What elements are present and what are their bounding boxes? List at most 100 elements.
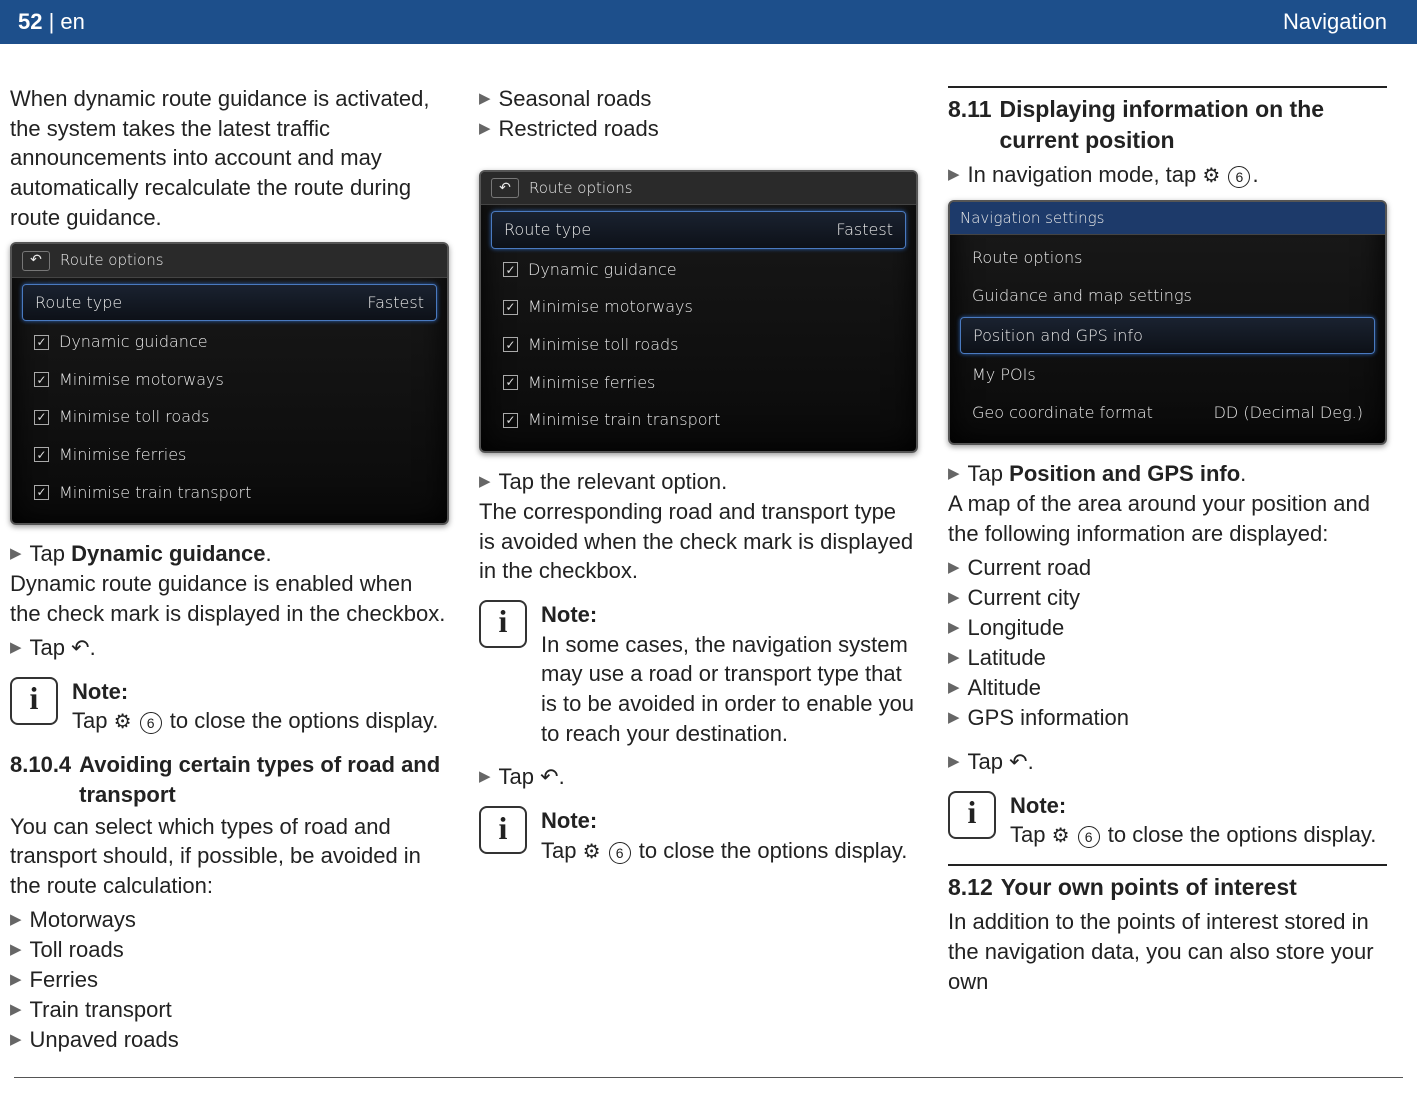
column-2: Seasonal roads Restricted roads ↶ Route … bbox=[479, 84, 918, 1055]
triangle-icon bbox=[10, 1025, 22, 1055]
option-row[interactable]: ✓Dynamic guidance bbox=[491, 253, 906, 287]
page-number: 52 bbox=[18, 9, 42, 34]
checkbox-icon: ✓ bbox=[503, 300, 518, 315]
step-line: Tap Position and GPS info. bbox=[948, 459, 1387, 489]
step-description: Dynamic route guidance is enabled when t… bbox=[10, 569, 449, 628]
note-block: Note: In some cases, the navigation syst… bbox=[479, 600, 918, 748]
checkbox-icon: ✓ bbox=[34, 485, 49, 500]
list-item: GPS information bbox=[948, 703, 1387, 733]
section-body: In addition to the points of interest st… bbox=[948, 907, 1387, 996]
column-3: 8.11 Displaying information on the curre… bbox=[948, 84, 1387, 1055]
info-icon bbox=[479, 600, 527, 648]
checkbox-icon: ✓ bbox=[503, 337, 518, 352]
footer-rule bbox=[14, 1077, 1403, 1078]
intro-paragraph: When dynamic route guidance is activated… bbox=[10, 84, 449, 232]
option-row[interactable]: ✓Minimise motorways bbox=[22, 363, 437, 397]
triangle-icon bbox=[948, 673, 960, 703]
circled-number: 6 bbox=[1228, 166, 1250, 188]
list-item: Train transport bbox=[10, 995, 449, 1025]
info-icon bbox=[479, 806, 527, 854]
device-screenshot-route-options-1: ↶ Route options Route type Fastest ✓Dyna… bbox=[10, 242, 449, 525]
note-body: Tap ⚙ 6 to close the options display. bbox=[1010, 820, 1387, 850]
option-row[interactable]: ✓Minimise motorways bbox=[491, 290, 906, 324]
route-type-row[interactable]: Route type Fastest bbox=[491, 211, 906, 249]
triangle-icon bbox=[10, 905, 22, 935]
checkbox-icon: ✓ bbox=[34, 410, 49, 425]
triangle-icon bbox=[948, 747, 960, 777]
triangle-icon bbox=[10, 633, 22, 663]
note-title: Note: bbox=[541, 600, 918, 630]
device-screenshot-nav-settings: Navigation settings Route options Guidan… bbox=[948, 200, 1387, 445]
circled-number: 6 bbox=[1078, 826, 1100, 848]
list-item: Ferries bbox=[10, 965, 449, 995]
section-name: Navigation bbox=[1283, 9, 1387, 35]
checkbox-icon: ✓ bbox=[34, 335, 49, 350]
triangle-icon bbox=[948, 459, 960, 489]
list-item: Seasonal roads bbox=[479, 84, 918, 114]
column-1: When dynamic route guidance is activated… bbox=[10, 84, 449, 1055]
settings-row-selected[interactable]: Position and GPS info bbox=[960, 317, 1375, 355]
option-row[interactable]: ✓Minimise ferries bbox=[491, 366, 906, 400]
gear-icon: ⚙ bbox=[114, 709, 132, 736]
back-arrow-icon: ↶ bbox=[71, 633, 89, 663]
subsection-body: You can select which types of road and t… bbox=[10, 812, 449, 901]
settings-row[interactable]: Guidance and map settings bbox=[960, 279, 1375, 313]
option-row[interactable]: ✓Minimise train transport bbox=[491, 403, 906, 437]
note-block: Note: Tap ⚙ 6 to close the options displ… bbox=[479, 806, 918, 866]
step-line: In navigation mode, tap ⚙ 6. bbox=[948, 160, 1387, 190]
note-block: Note: Tap ⚙ 6 to close the options displ… bbox=[10, 677, 449, 737]
route-type-label: Route type bbox=[504, 219, 591, 241]
triangle-icon bbox=[10, 935, 22, 965]
triangle-icon bbox=[10, 539, 22, 569]
back-icon[interactable]: ↶ bbox=[491, 178, 519, 198]
triangle-icon bbox=[948, 583, 960, 613]
option-row[interactable]: ✓Minimise train transport bbox=[22, 476, 437, 510]
triangle-icon bbox=[479, 467, 491, 497]
subsection-heading: 8.10.4 Avoiding certain types of road an… bbox=[10, 750, 449, 809]
triangle-icon bbox=[948, 553, 960, 583]
checkbox-icon: ✓ bbox=[34, 447, 49, 462]
section-heading: 8.11 Displaying information on the curre… bbox=[948, 94, 1387, 156]
option-row[interactable]: ✓Minimise ferries bbox=[22, 438, 437, 472]
back-icon[interactable]: ↶ bbox=[22, 251, 50, 271]
gear-icon: ⚙ bbox=[583, 839, 601, 866]
option-row[interactable]: ✓Minimise toll roads bbox=[22, 400, 437, 434]
triangle-icon bbox=[948, 703, 960, 733]
option-row[interactable]: ✓Minimise toll roads bbox=[491, 328, 906, 362]
back-arrow-icon: ↶ bbox=[1009, 747, 1027, 777]
list-item: Motorways bbox=[10, 905, 449, 935]
step-description: The corresponding road and transport typ… bbox=[479, 497, 918, 586]
section-heading: 8.12 Your own points of interest bbox=[948, 872, 1387, 903]
step-description: A map of the area around your position a… bbox=[948, 489, 1387, 548]
list-item: Unpaved roads bbox=[10, 1025, 449, 1055]
step-line: Tap Dynamic guidance. bbox=[10, 539, 449, 569]
triangle-icon bbox=[10, 995, 22, 1025]
circled-number: 6 bbox=[140, 712, 162, 734]
checkbox-icon: ✓ bbox=[503, 262, 518, 277]
device-screenshot-route-options-2: ↶ Route options Route type Fastest ✓Dyna… bbox=[479, 170, 918, 453]
route-type-value: Fastest bbox=[367, 292, 424, 314]
device-title: Navigation settings bbox=[960, 208, 1104, 228]
note-title: Note: bbox=[541, 806, 918, 836]
gear-icon: ⚙ bbox=[1202, 163, 1220, 190]
device-title: Route options bbox=[529, 178, 633, 198]
gear-icon: ⚙ bbox=[1052, 823, 1070, 850]
note-body: Tap ⚙ 6 to close the options display. bbox=[541, 836, 918, 866]
info-icon bbox=[10, 677, 58, 725]
settings-row[interactable]: Geo coordinate format DD (Decimal Deg.) bbox=[960, 396, 1375, 430]
triangle-icon bbox=[10, 965, 22, 995]
checkbox-icon: ✓ bbox=[503, 413, 518, 428]
geo-value: DD (Decimal Deg.) bbox=[1214, 402, 1363, 424]
step-line: Tap ↶. bbox=[10, 633, 449, 663]
option-row[interactable]: ✓Dynamic guidance bbox=[22, 325, 437, 359]
settings-row[interactable]: My POIs bbox=[960, 358, 1375, 392]
step-line: Tap ↶. bbox=[479, 762, 918, 792]
route-type-row[interactable]: Route type Fastest bbox=[22, 284, 437, 322]
list-item: Longitude bbox=[948, 613, 1387, 643]
triangle-icon bbox=[948, 613, 960, 643]
settings-row[interactable]: Route options bbox=[960, 241, 1375, 275]
list-item: Current road bbox=[948, 553, 1387, 583]
list-item: Toll roads bbox=[10, 935, 449, 965]
note-body: In some cases, the navigation system may… bbox=[541, 630, 918, 749]
back-arrow-icon: ↶ bbox=[540, 762, 558, 792]
